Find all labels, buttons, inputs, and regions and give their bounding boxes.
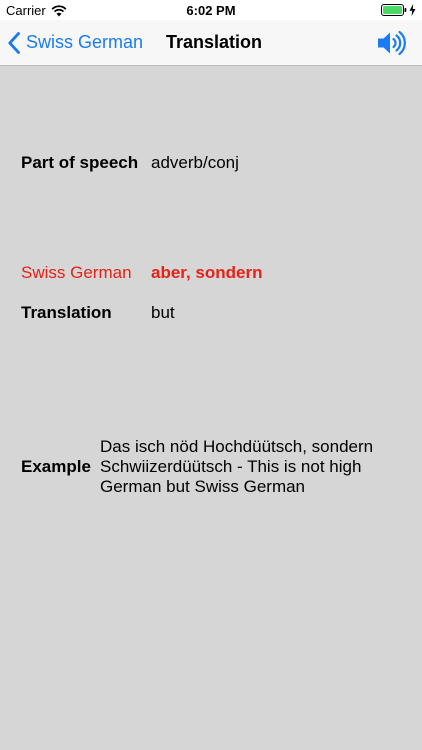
translation-row: Translation but	[21, 302, 412, 324]
part-of-speech-label: Part of speech	[21, 153, 139, 172]
example-value: Das isch nöd Hochdüütsch, sondern Schwii…	[100, 437, 374, 496]
status-time: 6:02 PM	[186, 3, 236, 18]
translation-value: but	[151, 303, 175, 322]
battery-icon	[381, 4, 407, 16]
swiss-german-row: Swiss German aber, sondern	[21, 262, 412, 284]
navigation-bar: Swiss German Translation	[0, 20, 422, 66]
speaker-icon[interactable]	[376, 29, 406, 57]
back-button-label: Swiss German	[26, 32, 144, 52]
part-of-speech-row: Part of speech adverb/conj	[21, 152, 412, 174]
translation-label: Translation	[21, 303, 112, 322]
swiss-german-value: aber, sondern	[151, 263, 263, 282]
page-title: Translation	[166, 32, 263, 52]
swiss-german-label: Swiss German	[21, 263, 132, 282]
example-row: Example Das isch nöd Hochdüütsch, sonder…	[21, 426, 412, 508]
chevron-left-icon	[8, 31, 20, 54]
part-of-speech-value: adverb/conj	[151, 153, 239, 172]
battery-group	[381, 4, 416, 16]
status-bar: Carrier 6:02 PM	[0, 0, 422, 20]
charge-icon	[409, 4, 416, 16]
example-label: Example	[21, 457, 91, 476]
translation-detail: Part of speech adverb/conj Swiss German …	[0, 66, 422, 750]
back-button[interactable]: Swiss German	[8, 20, 143, 65]
